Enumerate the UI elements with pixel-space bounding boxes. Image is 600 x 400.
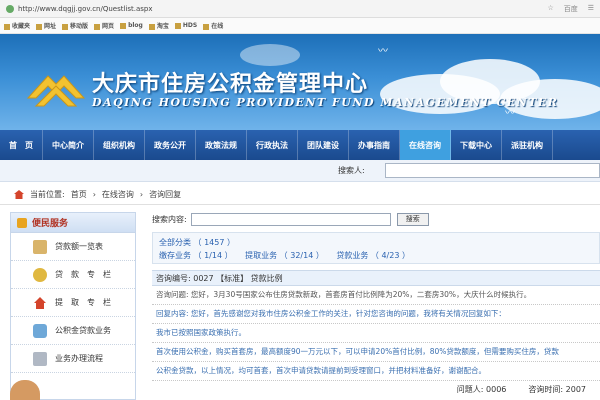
question-search-input[interactable]: [190, 212, 391, 226]
sidebar-item-label: 业务办理流程: [55, 354, 103, 363]
bookmarks-bar: 收藏夹 网址 移动版 网页 blog 淘宝 HDS 在线: [0, 18, 600, 34]
consult-main: 搜索内容: 搜索 全部分类 （ 1457 ） 缴存业务 （ 1/14 ） 提取业…: [152, 210, 600, 400]
nav-online-consult[interactable]: 在线咨询: [400, 130, 451, 160]
reply-body: 回复内容: 您好，首先感谢您对我市住房公积金工作的关注，针对您咨询的问题，我将有…: [152, 305, 600, 324]
folder-icon: [36, 23, 43, 30]
question-search-row: 搜索内容: 搜索: [152, 210, 600, 228]
nav-public-affairs[interactable]: 政务公开: [145, 130, 196, 160]
folder-icon: [4, 23, 10, 30]
nav-guide[interactable]: 办事指南: [349, 130, 400, 160]
menu-icon[interactable]: ☰: [588, 4, 594, 14]
main-nav: 首 页 中心简介 组织机构 政务公开 政策法规 行政执法 团队建设 办事指南 在…: [0, 130, 600, 160]
nav-about[interactable]: 中心简介: [43, 130, 94, 160]
asker-meta: 问题人: 0006: [456, 385, 507, 394]
nav-law-enforcement[interactable]: 行政执法: [247, 130, 298, 160]
search-button[interactable]: 搜索: [396, 212, 429, 226]
breadcrumb-prefix: 当前位置:: [30, 190, 65, 199]
bird-icon: 〰: [378, 46, 388, 57]
sidebar-item-business[interactable]: 公积金贷款业务: [11, 317, 135, 345]
breadcrumb: 当前位置: 首页 › 在线咨询 › 咨询回复: [0, 185, 600, 205]
note-line-2: 公积金贷款，以上情况，均可首套，首次申请贷款请提前到受理窗口，并把材料准备好，谢…: [152, 362, 600, 381]
sidebar-header-label: 便民服务: [32, 219, 69, 229]
site-search-strip: 搜索人:: [0, 160, 600, 182]
category-deposit[interactable]: 缴存业务 （ 1/14 ）: [159, 251, 233, 260]
service-icon: [17, 217, 27, 228]
url-text[interactable]: http://www.dqgjj.gov.cn/Questlist.aspx: [18, 5, 547, 13]
question-title[interactable]: 咨询编号: 0027 【标准】 贷款比例: [152, 270, 600, 286]
bookmark-item[interactable]: 淘宝: [148, 21, 169, 30]
question-search-label: 搜索内容:: [152, 214, 187, 224]
breadcrumb-separator: ›: [92, 190, 96, 199]
sidebar-item-label: 贷 款 专 栏: [55, 270, 111, 279]
category-subs: 缴存业务 （ 1/14 ） 提取业务 （ 32/14 ） 贷款业务 （ 4/23…: [159, 249, 593, 262]
sidebar-item-process[interactable]: 业务办理流程: [11, 345, 135, 373]
site-banner: 〰 〰 〰 大庆市住房公积金管理中心 DAQING HOUSING PROVID…: [0, 34, 600, 130]
site-search-input[interactable]: [385, 163, 600, 178]
flow-icon: [33, 351, 47, 366]
sidebar-item-label: 公积金贷款业务: [55, 326, 111, 335]
service-sidebar: 便民服务 贷款额一览表 贷 款 专 栏 提 取 专 栏 公积金贷款业务 业务办理…: [10, 212, 136, 400]
question-meta: 问题人: 0006 咨询时间: 2007: [152, 384, 600, 398]
avatar: [10, 380, 40, 400]
nav-home[interactable]: 首 页: [0, 130, 43, 160]
bookmark-item[interactable]: HDS: [174, 22, 197, 29]
category-withdraw[interactable]: 提取业务 （ 32/14 ）: [245, 251, 324, 260]
question-body: 咨询问题: 您好，3月30号国家公布住房贷款新政，首套房首付比例降为20%，二套…: [152, 286, 600, 305]
category-all[interactable]: 全部分类 （ 1457 ）: [159, 236, 593, 249]
site-subtitle-en: DAQING HOUSING PROVIDENT FUND MANAGEMENT…: [92, 96, 559, 109]
bookmark-item[interactable]: 收藏夹: [4, 21, 30, 30]
site-search-label: 搜索人:: [338, 166, 365, 175]
breadcrumb-separator: ›: [139, 190, 144, 199]
center-logo-icon: [26, 75, 86, 107]
folder-icon: [174, 22, 181, 29]
nav-branches[interactable]: 派驻机构: [502, 130, 553, 160]
nav-downloads[interactable]: 下载中心: [451, 130, 502, 160]
star-icon[interactable]: ☆: [547, 4, 553, 14]
nav-organization[interactable]: 组织机构: [94, 130, 145, 160]
folder-icon: [148, 23, 155, 30]
folder-icon: [62, 23, 69, 30]
house-icon: [34, 296, 46, 309]
reply-line-2: 我市已按照国家政策执行。: [152, 324, 600, 343]
bookmark-item[interactable]: 网页: [94, 21, 114, 30]
sidebar-header: 便民服务: [11, 213, 135, 233]
sidebar-item-label: 贷款额一览表: [55, 242, 103, 251]
browser-address-bar[interactable]: http://www.dqgjj.gov.cn/Questlist.aspx ☆…: [0, 0, 600, 18]
note-body: 首次使用公积金，购买首套房，最高额度90一万元以下，可以申请20%首付比例，80…: [152, 343, 600, 362]
cloud-decoration: [240, 44, 300, 66]
site-title: 大庆市住房公积金管理中心: [92, 71, 369, 97]
coins-icon: [33, 267, 47, 282]
bookmark-item[interactable]: 在线: [203, 21, 223, 30]
date-meta: 咨询时间: 2007: [528, 385, 586, 394]
breadcrumb-consult[interactable]: 在线咨询: [102, 189, 134, 200]
secure-icon: [6, 4, 14, 13]
people-icon: [33, 323, 47, 338]
folder-icon: [120, 22, 127, 29]
nav-team[interactable]: 团队建设: [298, 130, 349, 160]
home-icon: [14, 190, 24, 199]
sidebar-item-withdraw[interactable]: 提 取 专 栏: [11, 289, 135, 317]
nav-policies[interactable]: 政策法规: [196, 130, 247, 160]
search-engine-label[interactable]: 百度: [564, 4, 578, 14]
breadcrumb-home[interactable]: 首页: [71, 189, 87, 200]
document-icon: [33, 239, 47, 254]
folder-icon: [203, 23, 210, 30]
breadcrumb-current: 咨询回复: [149, 190, 182, 199]
sidebar-item-label: 提 取 专 栏: [55, 298, 111, 307]
bookmark-item[interactable]: 网址: [36, 21, 56, 30]
category-box: 全部分类 （ 1457 ） 缴存业务 （ 1/14 ） 提取业务 （ 32/14…: [152, 232, 600, 264]
bookmark-item[interactable]: blog: [120, 22, 143, 29]
sidebar-item-loan-table[interactable]: 贷款额一览表: [11, 233, 135, 261]
category-loan[interactable]: 贷款业务 （ 4/23 ）: [336, 251, 410, 260]
sidebar-item-loan[interactable]: 贷 款 专 栏: [11, 261, 135, 289]
folder-icon: [94, 23, 101, 30]
browser-right-controls: ☆ 百度 ☰: [547, 4, 594, 14]
bookmark-item[interactable]: 移动版: [62, 21, 88, 30]
